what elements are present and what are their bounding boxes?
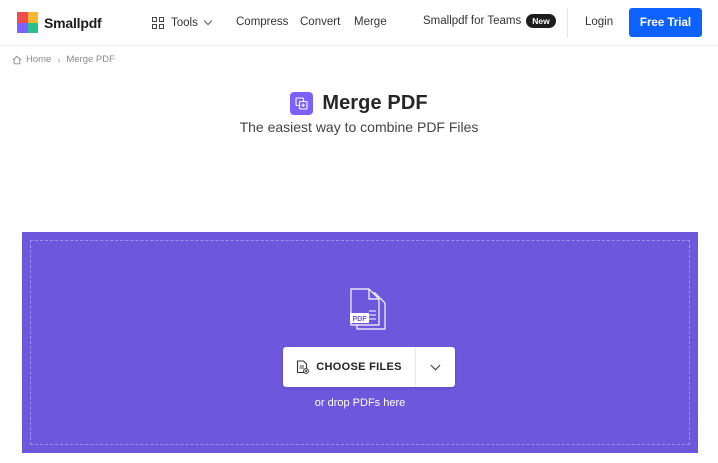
breadcrumb-home[interactable]: Home [26,54,51,65]
chevron-down-icon [430,360,441,370]
pdf-illustration-label: PDF [353,316,368,323]
choose-files-button[interactable]: CHOOSE FILES [283,347,416,387]
merge-icon [290,92,314,115]
nav-link-compress[interactable]: Compress [236,16,288,28]
page-title-row: Merge PDF [0,92,718,115]
teams-label: Smallpdf for Teams [423,15,522,27]
choose-files-label: CHOOSE FILES [316,361,402,373]
file-dropzone[interactable]: PDF CHOOSE FILES or drop PDFs here [22,232,698,453]
dropzone-dashed-border: PDF CHOOSE FILES or drop PDFs here [30,240,690,445]
grid-icon [152,17,164,29]
breadcrumb-current: Merge PDF [66,54,115,65]
login-link[interactable]: Login [585,16,613,28]
header-divider [567,8,568,38]
choose-files-group: CHOOSE FILES [283,347,455,387]
upload-source-dropdown[interactable] [416,347,455,387]
brand-name: Smallpdf [44,14,102,31]
nav-link-convert[interactable]: Convert [300,16,340,28]
page-title: Merge PDF [322,92,428,114]
new-badge: New [526,14,556,28]
page-subtitle: The easiest way to combine PDF Files [239,119,479,135]
smallpdf-logo[interactable]: Smallpdf [17,12,102,33]
free-trial-button[interactable]: Free Trial [629,8,702,37]
breadcrumb: Home › Merge PDF [12,54,115,65]
nav-link-merge[interactable]: Merge [354,16,387,28]
teams-link[interactable]: Smallpdf for Teams New [423,14,556,28]
logo-mark-icon [17,12,38,33]
top-navigation-bar: Smallpdf Tools Compress Convert Merge Sm… [0,0,718,46]
pdf-documents-icon: PDF [350,288,386,330]
home-icon [12,55,22,64]
drop-hint-text: or drop PDFs here [314,397,406,409]
chevron-down-icon [203,16,213,26]
tools-label: Tools [171,17,198,29]
tools-menu[interactable]: Tools [152,0,213,46]
file-add-icon [297,360,310,374]
breadcrumb-separator: › [57,54,61,65]
